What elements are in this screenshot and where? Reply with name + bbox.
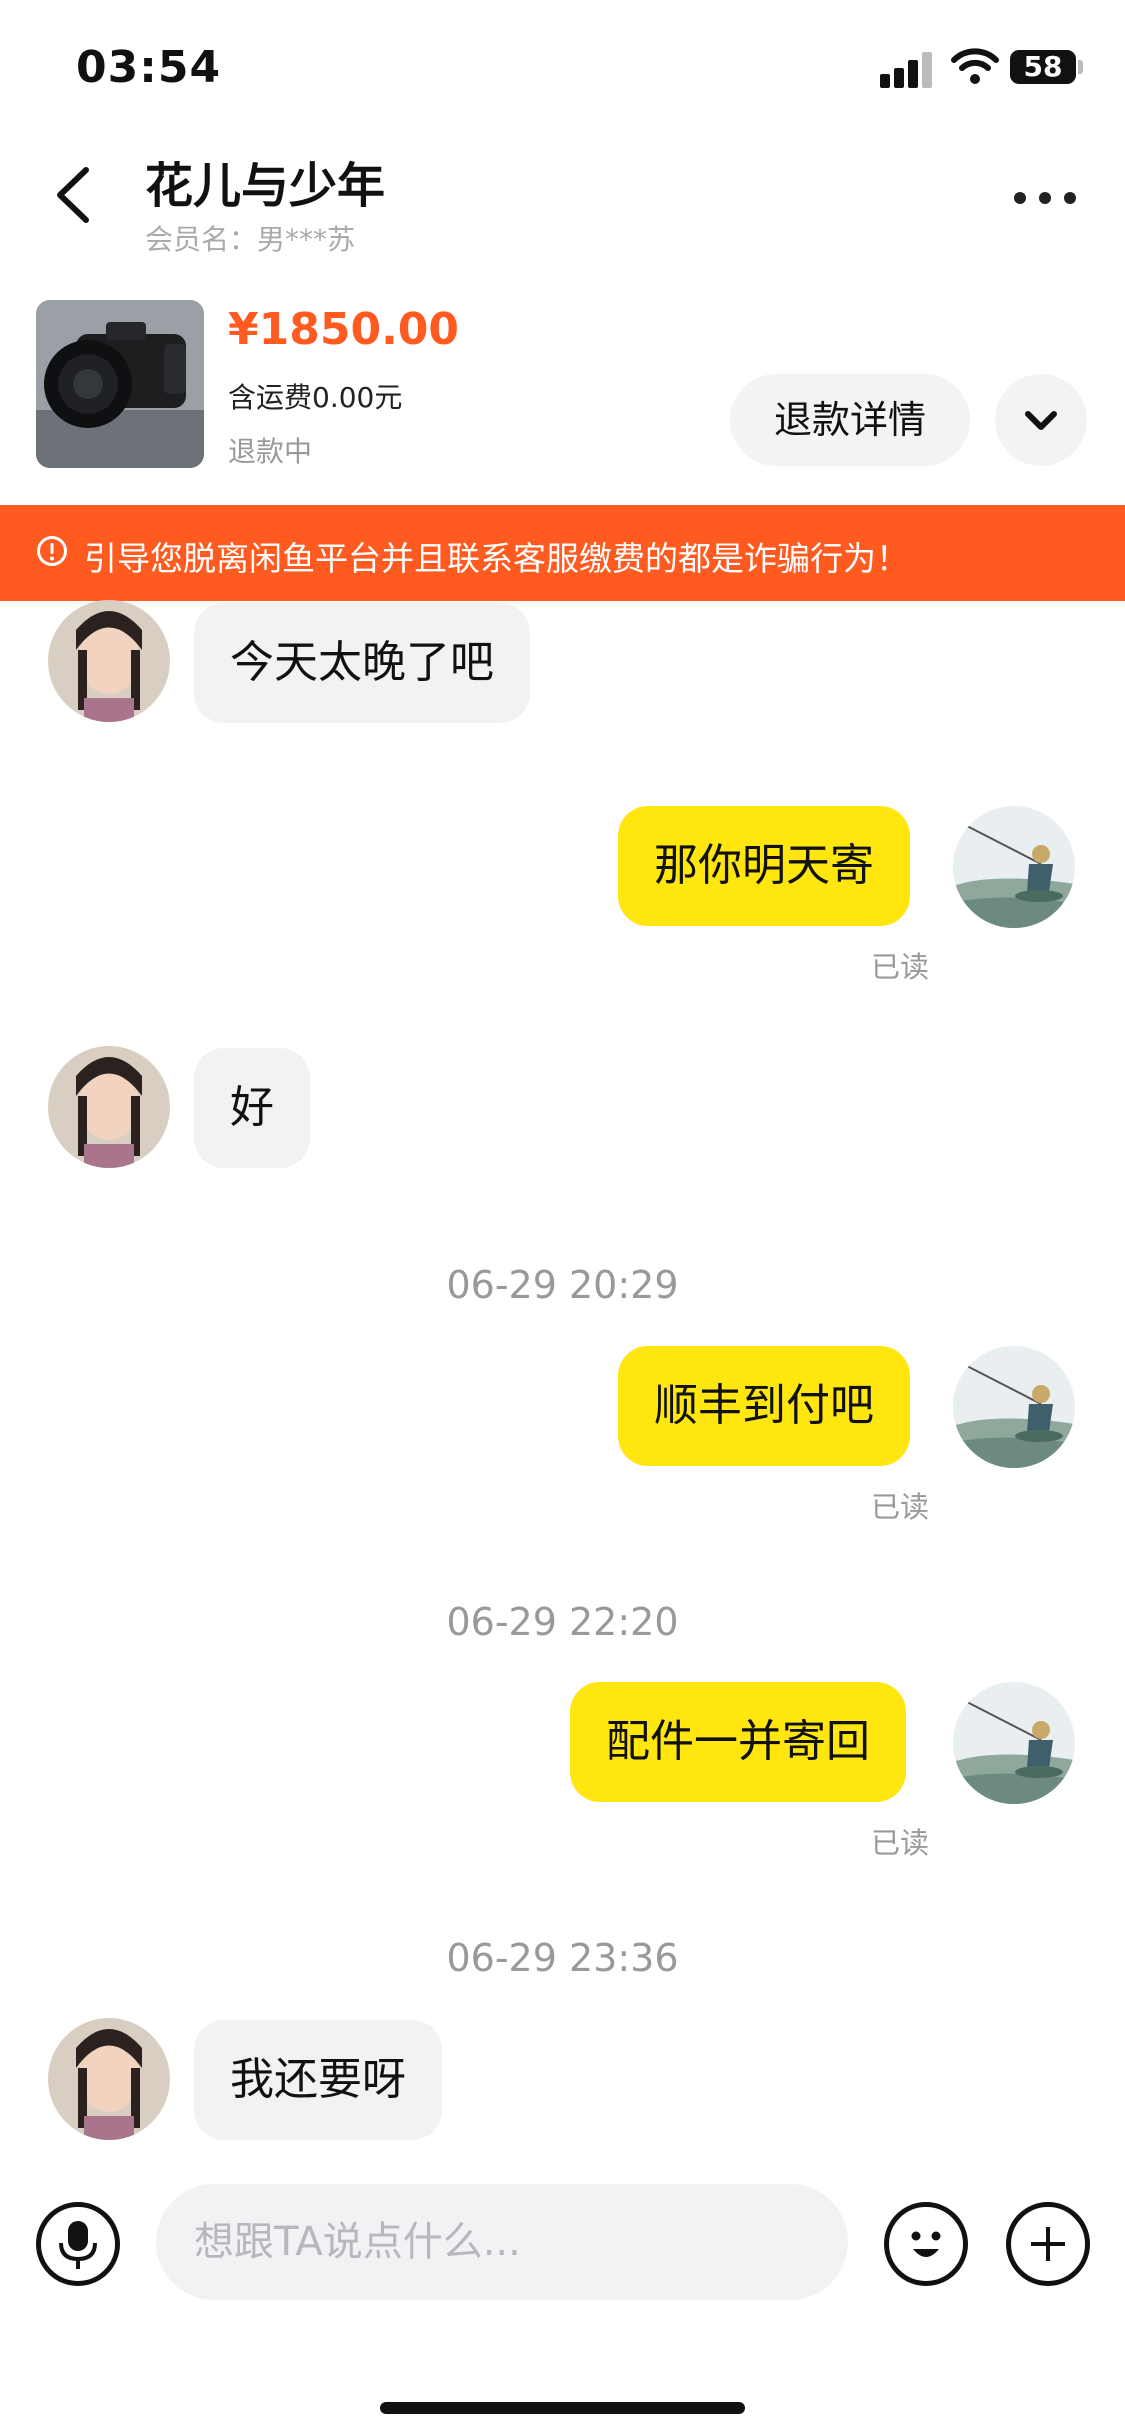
my-avatar[interactable]: [953, 806, 1075, 928]
read-receipt: 已读: [871, 1826, 930, 1860]
chat-title: 花儿与少年: [145, 158, 386, 214]
timestamp: 06-29 23:36: [446, 1936, 679, 1980]
cellular-signal-icon: [880, 50, 936, 88]
exclamation-circle-icon: [37, 536, 67, 566]
other-user-avatar[interactable]: [48, 2018, 170, 2140]
read-receipt: 已读: [871, 950, 930, 984]
shipping-fee: 含运费0.00元: [228, 381, 403, 414]
home-indicator: [380, 2402, 745, 2414]
wifi-icon: [951, 48, 999, 84]
message-bubble-outgoing[interactable]: 配件一并寄回: [570, 1682, 906, 1802]
timestamp: 06-29 20:29: [446, 1263, 679, 1307]
status-time: 03:54: [76, 42, 222, 93]
product-thumbnail[interactable]: [36, 300, 204, 468]
smiley-icon[interactable]: [884, 2202, 968, 2286]
message-bubble-outgoing[interactable]: 那你明天寄: [618, 806, 910, 926]
other-user-avatar[interactable]: [48, 1046, 170, 1168]
more-dots-icon[interactable]: [1010, 176, 1080, 216]
girl-avatar-image: [48, 1046, 170, 1168]
camera-image: [36, 300, 204, 468]
mic-glyph: [59, 2221, 97, 2269]
read-receipt: 已读: [871, 1490, 930, 1524]
girl-avatar-image: [48, 2018, 170, 2140]
fraud-warning-banner: 引导您脱离闲鱼平台并且联系客服缴费的都是诈骗行为！: [0, 505, 1125, 601]
message-bubble-incoming[interactable]: 好: [194, 1048, 310, 1168]
message-bubble-incoming[interactable]: 今天太晚了吧: [194, 603, 530, 723]
plus-glyph: [1031, 2227, 1065, 2261]
fisherman-avatar-image: [953, 806, 1075, 928]
member-name: 会员名：男***苏: [145, 223, 356, 256]
chat-screen: 03:54 58 花儿与少年 会员名：男***苏 ¥1850.00 含运费0.0…: [0, 0, 1125, 2436]
input-bar: [0, 2180, 1125, 2340]
chevron-left-icon[interactable]: [44, 160, 104, 230]
fisherman-avatar-image: [953, 1682, 1075, 1804]
my-avatar[interactable]: [953, 1682, 1075, 1804]
smiley-glyph: [911, 2231, 941, 2257]
message-bubble-outgoing[interactable]: 顺丰到付吧: [618, 1346, 910, 1466]
expand-button[interactable]: [995, 374, 1087, 466]
refund-details-button[interactable]: 退款详情: [730, 374, 970, 466]
microphone-icon[interactable]: [36, 2202, 120, 2286]
warning-text: 引导您脱离闲鱼平台并且联系客服缴费的都是诈骗行为！: [84, 539, 909, 578]
plus-icon[interactable]: [1006, 2202, 1090, 2286]
girl-avatar-image: [48, 600, 170, 722]
battery-icon: 58: [1010, 50, 1076, 84]
timestamp: 06-29 22:20: [446, 1600, 679, 1644]
fisherman-avatar-image: [953, 1346, 1075, 1468]
my-avatar[interactable]: [953, 1346, 1075, 1468]
product-price: ¥1850.00: [228, 304, 460, 355]
chevron-down-icon: [1025, 411, 1057, 430]
refund-status: 退款中: [228, 435, 313, 468]
battery-tip: [1078, 60, 1083, 74]
other-user-avatar[interactable]: [48, 600, 170, 722]
message-input[interactable]: [156, 2184, 848, 2300]
status-bar: 03:54 58: [0, 0, 1125, 140]
message-bubble-incoming[interactable]: 我还要呀: [194, 2020, 442, 2140]
